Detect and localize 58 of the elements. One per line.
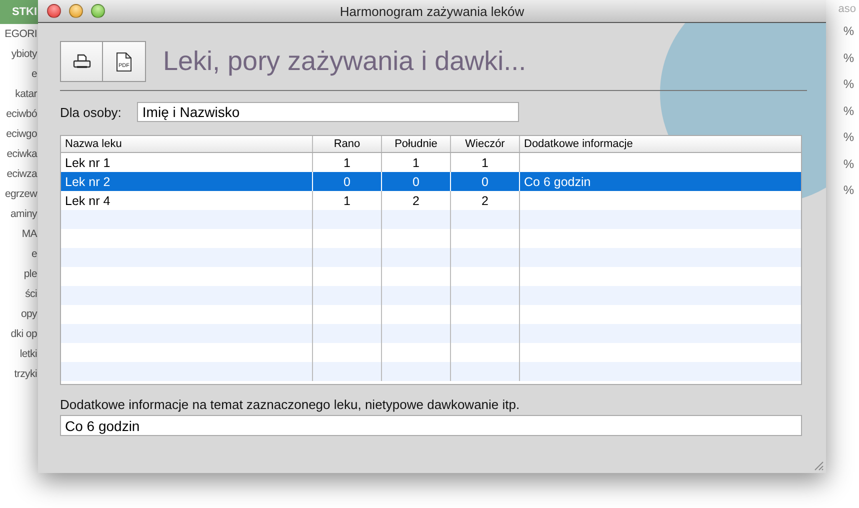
sidebar-item[interactable]: eciwka — [6, 144, 37, 164]
column-header[interactable]: Wieczór — [451, 136, 520, 152]
table-cell: 1 — [482, 156, 488, 170]
sidebar-item[interactable]: ści — [25, 284, 37, 304]
table-cell-text: % — [843, 182, 854, 199]
table-cell: Co 6 godzin — [524, 174, 591, 188]
sidebar-item[interactable]: trzyki — [14, 364, 37, 384]
sidebar-item[interactable]: opy — [20, 304, 37, 324]
table-cell: 1 — [412, 156, 420, 170]
sidebar-item[interactable]: e — [31, 64, 37, 84]
close-button[interactable] — [47, 4, 61, 18]
sidebar-item[interactable]: ple — [24, 264, 37, 284]
table-row[interactable]: Lek nr 2 0 0 0 Co 6 godzin — [61, 172, 801, 191]
table-cell-text: % — [843, 76, 854, 93]
zoom-button[interactable] — [91, 4, 105, 18]
table-cell-text: % — [843, 50, 854, 66]
sidebar-item[interactable]: ybioty — [11, 44, 37, 64]
field-label: Dla osoby: — [60, 104, 122, 120]
sidebar-item[interactable]: MA — [22, 224, 37, 244]
sidebar-item[interactable]: eciwza — [6, 164, 37, 184]
sidebar-item[interactable]: e — [31, 244, 37, 264]
table-cell: Lek nr 2 — [65, 174, 110, 188]
table-cell: 2 — [482, 194, 488, 208]
column-header: aso — [838, 2, 856, 17]
table-cell: 0 — [412, 174, 420, 188]
column-header[interactable]: Południe — [382, 136, 451, 152]
sidebar-item[interactable]: EGORI — [4, 24, 37, 44]
column-header[interactable]: Rano — [313, 136, 382, 152]
table-cell: 2 — [412, 194, 420, 208]
printer-icon — [72, 54, 90, 70]
table-cell: 1 — [344, 156, 350, 170]
table-cell-text: % — [843, 102, 854, 120]
table-cell: Lek nr 4 — [65, 194, 110, 208]
sidebar-item[interactable]: eciwgo — [6, 124, 37, 144]
name-field[interactable]: Imię i Nazwisko — [137, 102, 520, 122]
table-cell: Lek nr 1 — [65, 156, 110, 170]
table-cell-text: % — [843, 23, 854, 40]
notes-label: Dodatkowe informacje na temat zaznaczonego leku, nietypowe dawkowanie itp. — [60, 397, 521, 412]
table-cell-text: % — [843, 129, 854, 146]
sidebar-item[interactable]: letki — [20, 344, 37, 364]
column-header[interactable]: Dodatkowe informacje — [520, 136, 801, 152]
sidebar-item[interactable]: dki op — [10, 324, 37, 344]
sidebar-item[interactable]: egrzew — [4, 184, 37, 204]
print-button[interactable] — [60, 41, 103, 82]
sidebar-header: STKI — [0, 0, 38, 24]
sidebar-item[interactable]: eciwbó — [6, 104, 37, 124]
table-cell: 0 — [482, 174, 488, 188]
window-title: Harmonogram zażywania leków — [340, 4, 524, 18]
notes-field[interactable]: Co 6 godzin — [60, 415, 802, 436]
table-cell: 1 — [344, 194, 350, 208]
heading: Leki, pory zażywania i dawki... — [163, 46, 526, 77]
minimize-button[interactable] — [69, 4, 83, 18]
column-header[interactable]: Nazwa leku — [61, 136, 313, 152]
sidebar-item[interactable]: katar — [15, 84, 37, 104]
sidebar-item[interactable]: aminy — [10, 204, 37, 224]
resize-grip-icon[interactable] — [812, 459, 824, 471]
table-cell-text: % — [843, 156, 854, 172]
table-cell: 0 — [344, 174, 350, 188]
